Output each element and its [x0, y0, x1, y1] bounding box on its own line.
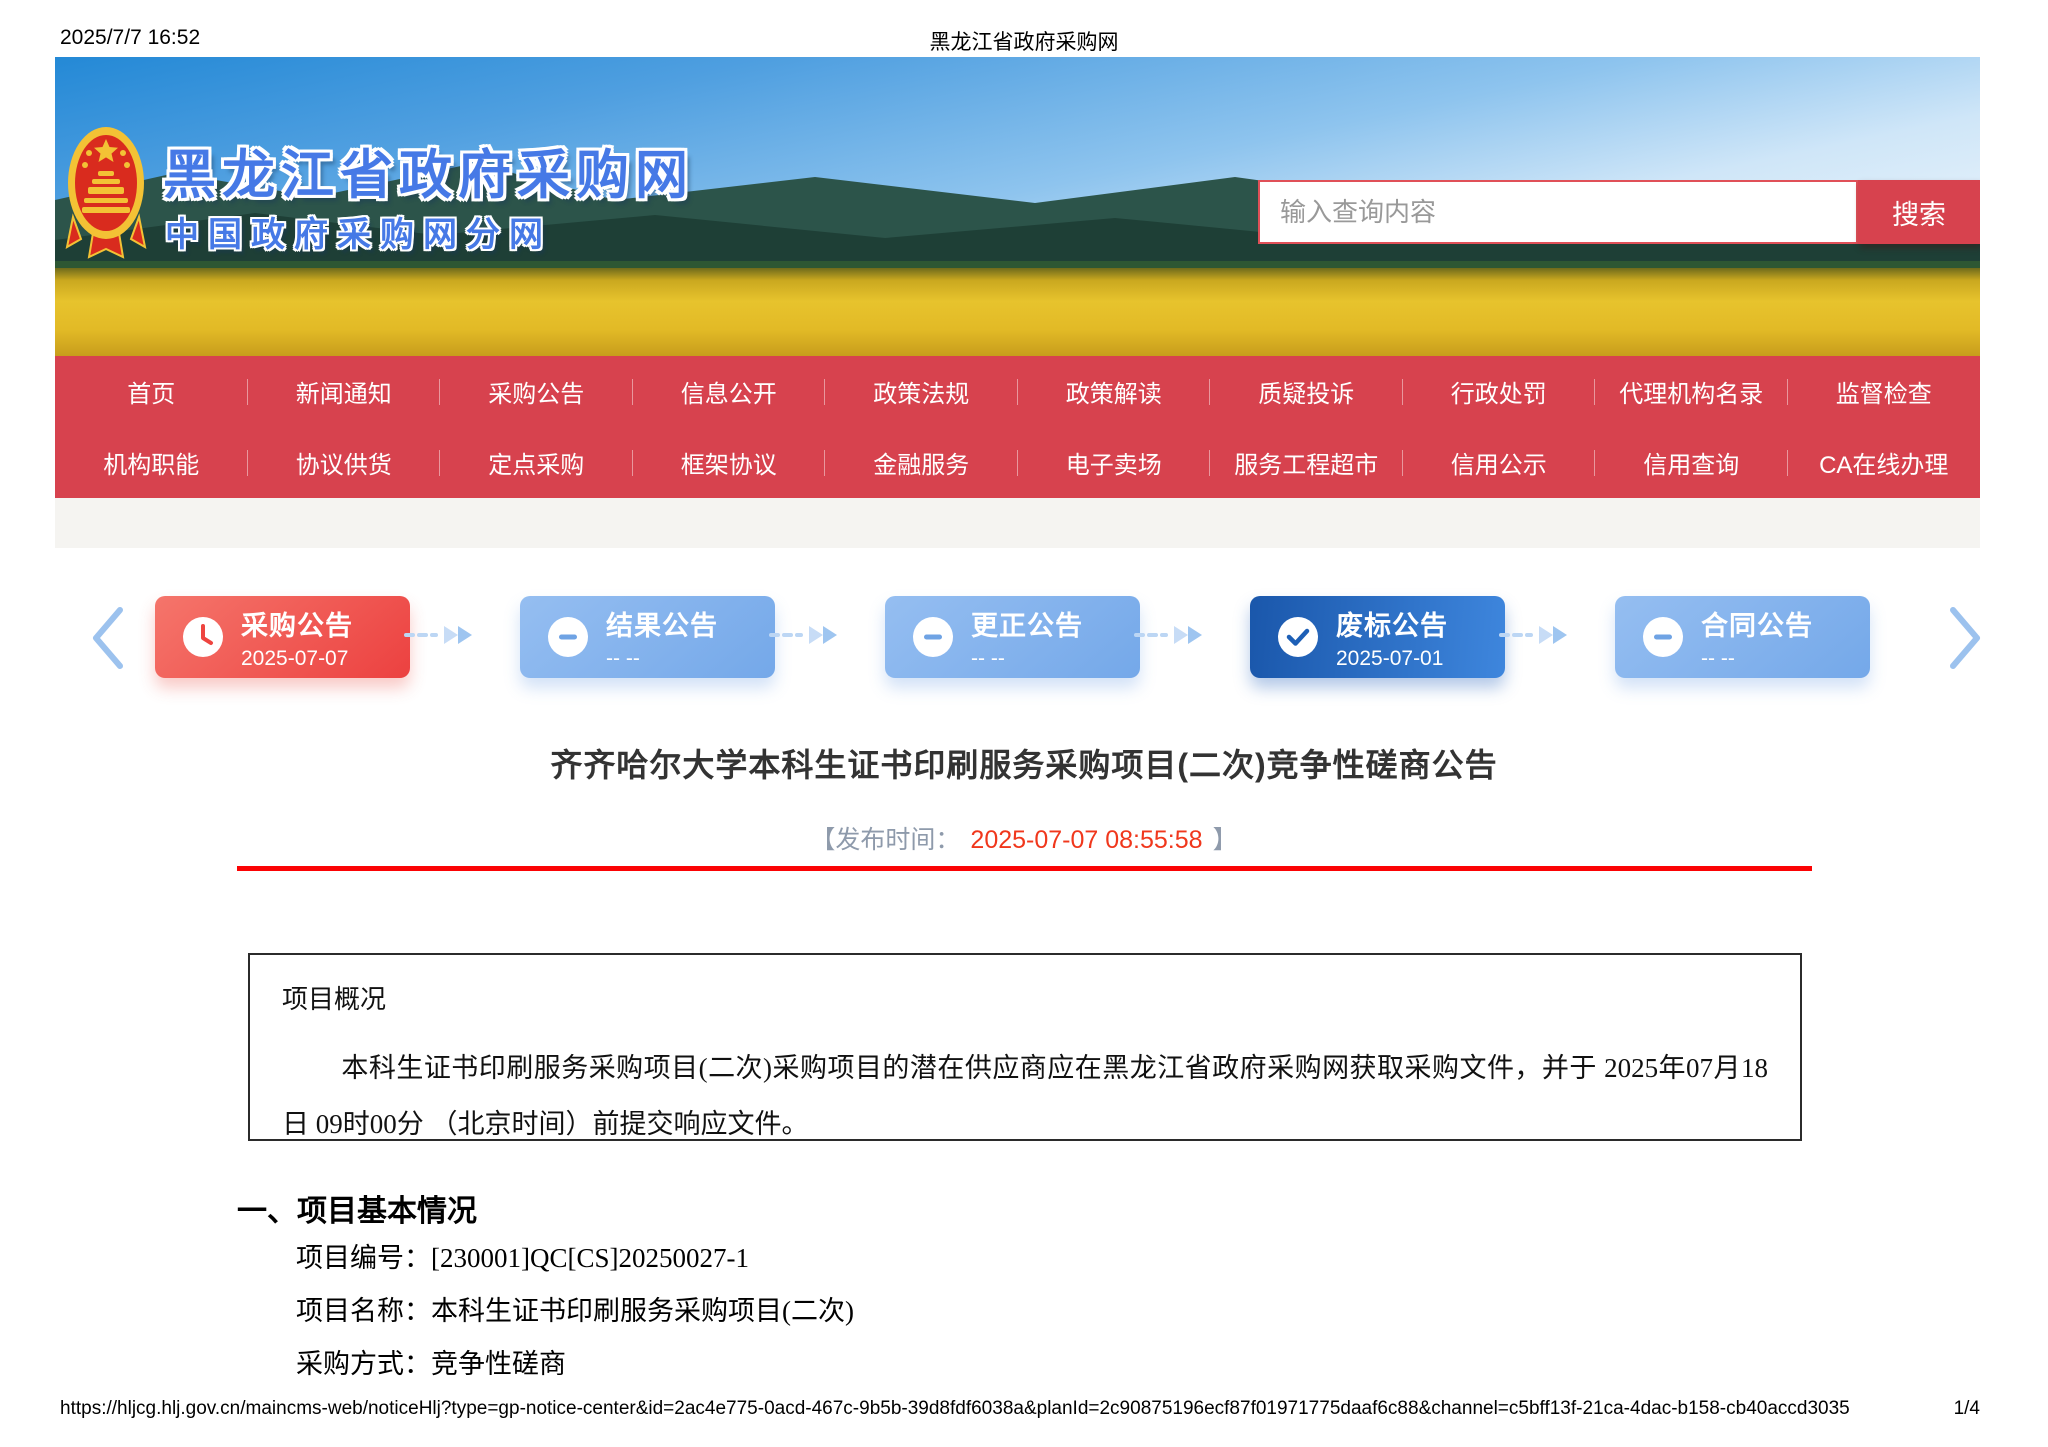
nav-item-home[interactable]: 首页 — [55, 374, 248, 409]
project-overview-text: 本科生证书印刷服务采购项目(二次)采购项目的潜在供应商应在黑龙江省政府采购网获取… — [282, 1053, 1768, 1139]
minus-icon — [548, 617, 588, 657]
field-value: [230001]QC[CS]20250027-1 — [431, 1243, 749, 1273]
search-input[interactable] — [1258, 180, 1858, 244]
publish-time-label: 【发布时间： — [810, 826, 961, 854]
nav-item-supervision[interactable]: 监督检查 — [1788, 374, 1981, 409]
site-banner: 黑龙江省政府采购网 中国政府采购网分网 搜索 — [55, 57, 1980, 356]
nav-item-policy-regulation[interactable]: 政策法规 — [825, 374, 1018, 409]
main-nav: 首页 新闻通知 采购公告 信息公开 政策法规 政策解读 质疑投诉 行政处罚 代理… — [55, 356, 1980, 498]
field-label: 采购方式： — [296, 1349, 431, 1379]
site-subtitle: 中国政府采购网分网 — [165, 216, 552, 254]
chevron-right-icon[interactable] — [1945, 606, 1985, 670]
step-label: 采购公告 — [241, 610, 353, 641]
publish-time-value: 2025-07-07 08:55:58 — [970, 826, 1203, 854]
timeline-step-procurement-notice[interactable]: 采购公告 2025-07-07 — [155, 596, 410, 678]
nav-item-complaints[interactable]: 质疑投诉 — [1210, 374, 1403, 409]
timeline-step-result-notice[interactable]: 结果公告 -- -- — [520, 596, 775, 678]
nav-item-e-marketplace[interactable]: 电子卖场 — [1018, 445, 1211, 480]
dashed-arrow-icon — [404, 626, 472, 644]
nav-row-2: 机构职能 协议供货 定点采购 框架协议 金融服务 电子卖场 服务工程超市 信用公… — [55, 427, 1980, 498]
print-footer-page-number: 1/4 — [1953, 1398, 1980, 1419]
national-emblem-logo — [65, 127, 147, 259]
publish-time-bracket: 】 — [1212, 826, 1238, 854]
field-project-number: 项目编号：[230001]QC[CS]20250027-1 — [296, 1236, 749, 1275]
section-heading-basic-info: 一、项目基本情况 — [237, 1195, 477, 1228]
step-text: 结果公告 -- -- — [606, 604, 718, 671]
timeline-step-contract-notice[interactable]: 合同公告 -- -- — [1615, 596, 1870, 678]
nav-item-ca-online[interactable]: CA在线办理 — [1788, 445, 1981, 480]
nav-item-framework-agreement[interactable]: 框架协议 — [633, 445, 826, 480]
step-text: 合同公告 -- -- — [1701, 604, 1813, 671]
nav-item-financial-services[interactable]: 金融服务 — [825, 445, 1018, 480]
step-date: 2025-07-01 — [1336, 646, 1444, 670]
red-divider — [237, 866, 1812, 871]
step-date: -- -- — [971, 646, 1005, 670]
clock-icon — [183, 617, 223, 657]
nav-item-credit-query[interactable]: 信用查询 — [1595, 445, 1788, 480]
step-date: 2025-07-07 — [241, 646, 349, 670]
nav-row-1: 首页 新闻通知 采购公告 信息公开 政策法规 政策解读 质疑投诉 行政处罚 代理… — [55, 356, 1980, 427]
dashed-arrow-icon — [1499, 626, 1567, 644]
step-label: 更正公告 — [971, 610, 1083, 641]
step-date: -- -- — [606, 646, 640, 670]
chevron-left-icon[interactable] — [88, 606, 128, 670]
step-text: 更正公告 -- -- — [971, 604, 1083, 671]
search-button[interactable]: 搜索 — [1858, 180, 1980, 244]
field-label: 项目编号： — [296, 1243, 431, 1273]
field-project-name: 项目名称：本科生证书印刷服务采购项目(二次) — [296, 1289, 854, 1328]
timeline-step-correction-notice[interactable]: 更正公告 -- -- — [885, 596, 1140, 678]
nav-item-news[interactable]: 新闻通知 — [248, 374, 441, 409]
step-label: 合同公告 — [1701, 610, 1813, 641]
field-value: 本科生证书印刷服务采购项目(二次) — [431, 1296, 854, 1326]
nav-bottom-strip — [55, 498, 1980, 548]
check-icon — [1278, 617, 1318, 657]
nav-item-credit-publicity[interactable]: 信用公示 — [1403, 445, 1596, 480]
nav-item-agreement-supply[interactable]: 协议供货 — [248, 445, 441, 480]
page: 2025/7/7 16:52 黑龙江省政府采购网 黑龙江省政府采购网 中国政府采… — [0, 0, 2048, 1447]
dashed-arrow-icon — [1134, 626, 1202, 644]
field-procurement-method: 采购方式：竞争性磋商 — [296, 1342, 566, 1381]
project-overview-box: 项目概况 本科生证书印刷服务采购项目(二次)采购项目的潜在供应商应在黑龙江省政府… — [248, 953, 1802, 1141]
print-footer-url: https://hljcg.hlj.gov.cn/maincms-web/not… — [60, 1398, 1850, 1419]
minus-icon — [1643, 617, 1683, 657]
site-title: 黑龙江省政府采购网 — [163, 146, 694, 205]
minus-icon — [913, 617, 953, 657]
step-date: -- -- — [1701, 646, 1735, 670]
project-overview-title: 项目概况 — [282, 985, 387, 1014]
step-text: 废标公告 2025-07-01 — [1336, 604, 1448, 671]
nav-item-fixed-point[interactable]: 定点采购 — [440, 445, 633, 480]
nav-item-org-functions[interactable]: 机构职能 — [55, 445, 248, 480]
nav-item-info-disclosure[interactable]: 信息公开 — [633, 374, 826, 409]
nav-item-service-project-mall[interactable]: 服务工程超市 — [1210, 445, 1403, 480]
step-label: 结果公告 — [606, 610, 718, 641]
dashed-arrow-icon — [769, 626, 837, 644]
announcement-title: 齐齐哈尔大学本科生证书印刷服务采购项目(二次)竞争性磋商公告 — [550, 747, 1498, 783]
print-title: 黑龙江省政府采购网 — [929, 31, 1119, 54]
banner-wheat-field — [55, 268, 1980, 356]
publish-time-line: 【发布时间： 2025-07-07 08:55:58 】 — [0, 820, 2048, 856]
timeline-step-bid-cancellation-notice[interactable]: 废标公告 2025-07-01 — [1250, 596, 1505, 678]
field-label: 项目名称： — [296, 1296, 431, 1326]
nav-item-admin-penalty[interactable]: 行政处罚 — [1403, 374, 1596, 409]
search-bar: 搜索 — [1258, 180, 1980, 244]
nav-item-agency-directory[interactable]: 代理机构名录 — [1595, 374, 1788, 409]
step-label: 废标公告 — [1336, 610, 1448, 641]
step-text: 采购公告 2025-07-07 — [241, 604, 353, 671]
nav-item-policy-interpretation[interactable]: 政策解读 — [1018, 374, 1211, 409]
field-value: 竞争性磋商 — [431, 1349, 566, 1379]
nav-item-procurement-notice[interactable]: 采购公告 — [440, 374, 633, 409]
